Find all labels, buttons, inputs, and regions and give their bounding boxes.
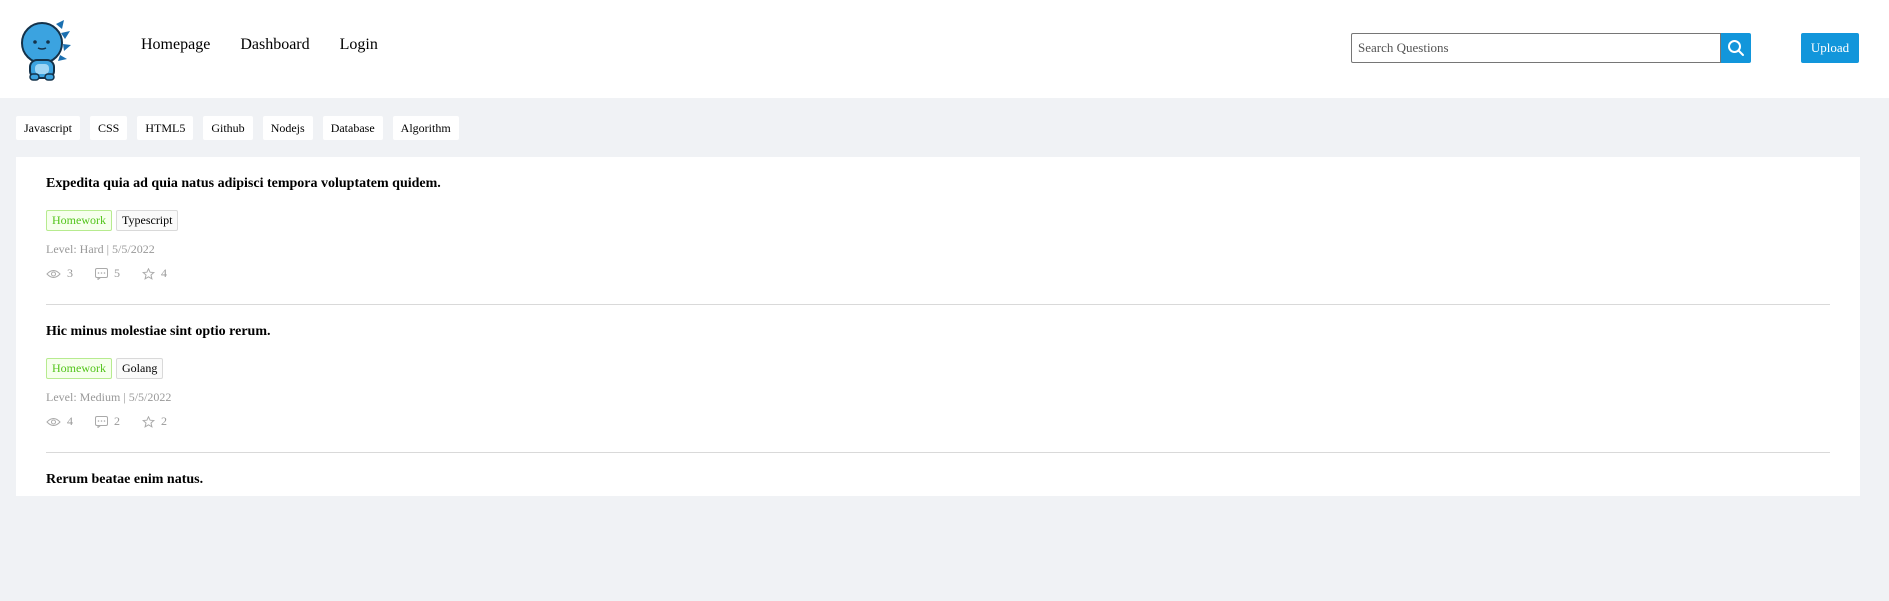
question-item: Rerum beatae enim natus. — [46, 453, 1830, 601]
star-icon — [142, 415, 155, 428]
main-nav: Homepage Dashboard Login — [141, 34, 408, 56]
nav-homepage[interactable]: Homepage — [141, 34, 210, 56]
category-html5[interactable]: HTML5 — [137, 116, 194, 140]
tag-homework: Homework — [46, 210, 112, 231]
comment-icon — [95, 415, 108, 428]
comments-count: 2 — [114, 414, 120, 428]
search-bar — [1351, 33, 1751, 63]
category-algorithm[interactable]: Algorithm — [392, 116, 459, 140]
question-item: Hic minus molestiae sint optio rerum. Ho… — [46, 305, 1830, 453]
views-stat: 3 — [46, 266, 73, 281]
question-meta: Level: Medium | 5/5/2022 — [46, 390, 172, 404]
question-title[interactable]: Expedita quia ad quia natus adipisci tem… — [46, 176, 441, 192]
category-css[interactable]: CSS — [89, 116, 128, 140]
nav-login[interactable]: Login — [340, 34, 378, 56]
search-icon — [1728, 40, 1744, 56]
eye-icon — [46, 269, 61, 278]
views-count: 3 — [67, 266, 73, 280]
question-item: Expedita quia ad quia natus adipisci tem… — [46, 157, 1830, 305]
views-stat: 4 — [46, 414, 73, 429]
mascot-logo-icon[interactable] — [18, 16, 72, 82]
tag-language: Golang — [116, 358, 164, 379]
comments-stat: 5 — [95, 266, 120, 281]
question-tags: Homework Typescript — [46, 210, 179, 231]
comment-icon — [95, 267, 108, 280]
stars-stat[interactable]: 4 — [142, 266, 167, 281]
question-title[interactable]: Hic minus molestiae sint optio rerum. — [46, 324, 271, 340]
stars-count: 2 — [161, 414, 167, 428]
eye-icon — [46, 417, 61, 426]
question-title[interactable]: Rerum beatae enim natus. — [46, 472, 203, 488]
category-tags: Javascript CSS HTML5 Github Nodejs Datab… — [16, 116, 459, 140]
question-list: Expedita quia ad quia natus adipisci tem… — [16, 157, 1860, 496]
question-stats: 4 2 2 — [46, 414, 189, 429]
category-github[interactable]: Github — [203, 116, 253, 140]
stars-count: 4 — [161, 266, 167, 280]
tag-homework: Homework — [46, 358, 112, 379]
category-database[interactable]: Database — [322, 116, 383, 140]
category-javascript[interactable]: Javascript — [16, 116, 80, 140]
nav-dashboard[interactable]: Dashboard — [240, 34, 309, 56]
question-meta: Level: Hard | 5/5/2022 — [46, 242, 155, 256]
header: Homepage Dashboard Login Upload — [0, 0, 1889, 98]
question-stats: 3 5 4 — [46, 266, 189, 281]
category-nodejs[interactable]: Nodejs — [262, 116, 313, 140]
upload-button[interactable]: Upload — [1801, 33, 1859, 63]
search-input[interactable] — [1351, 33, 1721, 63]
tag-language: Typescript — [116, 210, 179, 231]
question-tags: Homework Golang — [46, 358, 164, 379]
comments-count: 5 — [114, 266, 120, 280]
star-icon — [142, 267, 155, 280]
search-button[interactable] — [1721, 33, 1751, 63]
comments-stat: 2 — [95, 414, 120, 429]
views-count: 4 — [67, 414, 73, 428]
stars-stat[interactable]: 2 — [142, 414, 167, 429]
